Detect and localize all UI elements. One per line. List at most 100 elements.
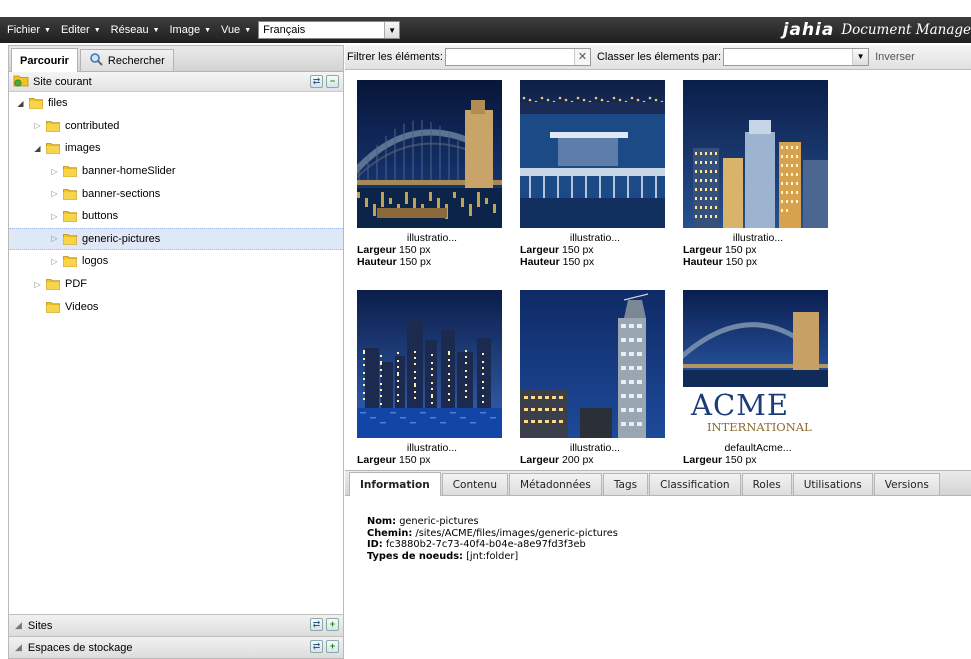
detail-tab[interactable]: Information	[349, 472, 441, 496]
filter-toolbar: Filtrer les éléments: ✕ Classer les élem…	[345, 45, 971, 70]
storage-section[interactable]: ◢ Espaces de stockage ⇄ +	[9, 636, 343, 658]
collapsed-arrow-icon[interactable]: ▷	[49, 257, 60, 266]
thumbnail-image[interactable]	[520, 80, 665, 228]
filter-label: Filtrer les éléments:	[347, 51, 443, 63]
thumbnail-image[interactable]	[357, 80, 502, 228]
tree-item[interactable]: ▷ contributed	[9, 115, 343, 138]
section-buttons: ⇄ +	[310, 640, 339, 653]
section-buttons: ⇄ +	[310, 618, 339, 631]
thumbnail-item[interactable]: illustratio... Largeur 200 px	[520, 290, 670, 466]
tree-item[interactable]: ▷ PDF	[9, 273, 343, 296]
tree-item-label: files	[48, 97, 68, 110]
thumbnail-width: Largeur 150 px	[357, 454, 507, 466]
folder-icon	[63, 255, 77, 268]
detail-types-row: Types de noeuds: [jnt:folder]	[367, 551, 971, 563]
detail-information: Nom: generic-pictures Chemin: /sites/ACM…	[345, 496, 971, 562]
add-icon[interactable]: +	[326, 640, 339, 653]
jahia-logo: jahia	[782, 20, 835, 40]
detail-tab[interactable]: Tags	[602, 473, 649, 495]
tree-item[interactable]: ▷ logos	[9, 250, 343, 273]
inverse-toggle[interactable]: Inverser	[875, 51, 915, 63]
left-tab-bar: Parcourir Rechercher	[9, 46, 343, 72]
detail-tab[interactable]: Métadonnées	[508, 473, 602, 495]
types-label: Types de noeuds:	[367, 550, 463, 562]
refresh-icon[interactable]: ⇄	[310, 75, 323, 88]
height-value: 150 px	[725, 256, 758, 268]
width-value: 150 px	[399, 244, 431, 256]
menu-label: Vue	[221, 24, 241, 36]
menu-image[interactable]: Image ▼	[165, 24, 217, 36]
tab-parcourir[interactable]: Parcourir	[11, 48, 78, 72]
thumbnail-image[interactable]: ACME INTERNATIONAL	[683, 290, 828, 438]
tree-item[interactable]: Videos	[9, 295, 343, 318]
thumbnail-item[interactable]: illustratio... Largeur 150 px	[357, 290, 507, 466]
chevron-down-icon: ▼	[44, 26, 51, 34]
detail-tab[interactable]: Roles	[741, 473, 792, 495]
refresh-icon[interactable]: ⇄	[310, 640, 323, 653]
collapsed-arrow-icon[interactable]: ▷	[49, 234, 60, 243]
thumbnail-item[interactable]: illustratio... Largeur 150 px Hauteur 150 …	[357, 80, 507, 268]
menu-bar: Fichier ▼ Editer ▼ Réseau ▼ Image ▼ Vue ▼ Fra…	[0, 17, 971, 43]
expanded-arrow-icon[interactable]: ◢	[32, 144, 43, 153]
detail-tab[interactable]: Contenu	[441, 473, 508, 495]
acme-logo-text: ACME	[691, 388, 789, 422]
height-value: 150 px	[399, 256, 432, 268]
collapsed-arrow-icon[interactable]: ▷	[32, 280, 43, 289]
menu-reseau[interactable]: Réseau ▼	[106, 24, 165, 36]
name-label: Nom:	[367, 516, 397, 527]
tree-item-label: logos	[82, 255, 109, 268]
tree-item-label: banner-sections	[82, 187, 161, 200]
search-icon	[89, 52, 103, 69]
thumbnail-image[interactable]	[520, 290, 665, 438]
collapsed-arrow-icon[interactable]: ▷	[32, 121, 43, 130]
site-courant-header[interactable]: Site courant ⇄ −	[9, 72, 343, 92]
collapsed-arrow-icon[interactable]: ▷	[49, 212, 60, 221]
language-select[interactable]: Français ▼	[258, 21, 401, 39]
tree-item[interactable]: ◢ images	[9, 137, 343, 160]
folder-icon	[63, 210, 77, 223]
collapsed-arrow-icon[interactable]: ▷	[49, 167, 60, 176]
collapse-icon[interactable]: −	[326, 75, 339, 88]
width-value: 150 px	[562, 244, 594, 256]
detail-tab[interactable]: Versions	[873, 473, 940, 495]
detail-tab[interactable]: Utilisations	[792, 473, 873, 495]
clear-icon[interactable]: ✕	[573, 49, 590, 65]
expanded-arrow-icon[interactable]: ◢	[15, 99, 26, 108]
content-area: Filtrer les éléments: ✕ Classer les élem…	[345, 45, 971, 659]
chevron-down-icon[interactable]: ▼	[384, 22, 400, 38]
thumbnail-image[interactable]	[683, 80, 828, 228]
tree-item[interactable]: ▷ generic-pictures	[9, 227, 343, 251]
refresh-icon[interactable]: ⇄	[310, 618, 323, 631]
types-value: [jnt:folder]	[466, 550, 519, 562]
add-icon[interactable]: +	[326, 618, 339, 631]
thumbnail-image[interactable]	[357, 290, 502, 438]
tree-item-label: banner-homeSlider	[82, 165, 176, 178]
thumbnail-height: Hauteur 150 px	[520, 256, 670, 268]
collapsed-arrow-icon[interactable]: ▷	[49, 189, 60, 198]
menu-fichier[interactable]: Fichier ▼	[0, 24, 56, 36]
folder-icon	[46, 142, 60, 155]
tree-item[interactable]: ▷ buttons	[9, 205, 343, 228]
detail-id-row: ID: fc3880b2-7c73-40f4-b04e-a8e97fd3f3eb	[367, 539, 971, 551]
filter-input[interactable]: ✕	[444, 48, 591, 66]
tree-item[interactable]: ◢ files	[9, 92, 343, 115]
sites-section[interactable]: ◢ Sites ⇄ +	[9, 614, 343, 636]
menu-editer[interactable]: Editer ▼	[56, 24, 106, 36]
expand-arrow-icon: ◢	[15, 620, 22, 630]
tree-item-label: buttons	[82, 210, 119, 223]
detail-tab[interactable]: Classification	[649, 473, 741, 495]
path-label: Chemin:	[367, 527, 413, 539]
tab-rechercher[interactable]: Rechercher	[79, 49, 174, 71]
width-label: Largeur	[683, 244, 723, 256]
tree-item[interactable]: ▷ banner-homeSlider	[9, 160, 343, 183]
menu-label: Fichier	[7, 24, 41, 36]
thumbnail-item[interactable]: ACME INTERNATIONAL defaultAcme... Largeur 1…	[683, 290, 833, 466]
thumbnail-item[interactable]: illustratio... Largeur 150 px Hauteur 150 …	[520, 80, 670, 268]
tree-item[interactable]: ▷ banner-sections	[9, 182, 343, 205]
chevron-down-icon[interactable]: ▼	[852, 49, 869, 65]
section-label: Sites	[27, 619, 53, 632]
menu-vue[interactable]: Vue ▼	[216, 24, 256, 36]
sort-select[interactable]: ▼	[723, 48, 870, 66]
thumbnail-item[interactable]: illustratio... Largeur 150 px Hauteur 150 …	[683, 80, 833, 268]
detail-name-row: Nom: generic-pictures	[367, 516, 971, 528]
